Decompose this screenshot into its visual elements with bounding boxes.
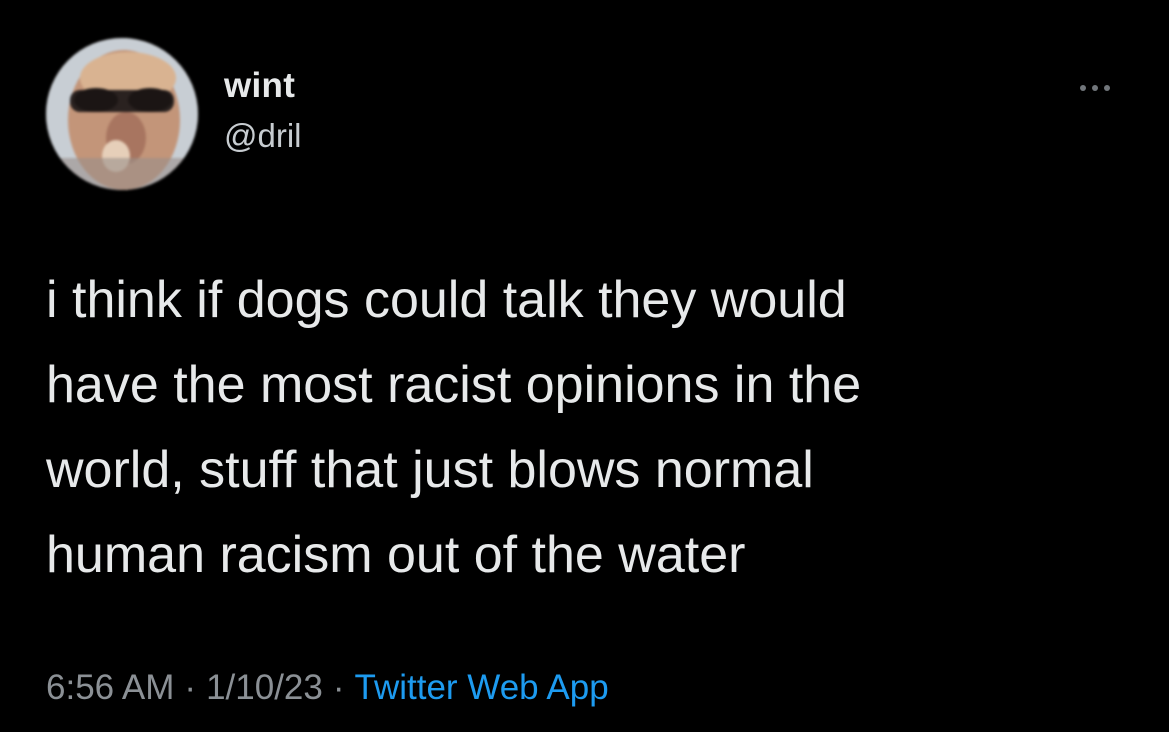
meta-separator: · <box>184 668 197 707</box>
user-info: wint @dril <box>224 64 302 158</box>
tweet-text: i think if dogs could talk they would ha… <box>46 271 862 584</box>
tweet-metadata: 6:56 AM · 1/10/23 · Twitter Web App <box>46 664 609 712</box>
avatar[interactable] <box>46 38 198 190</box>
user-handle[interactable]: @dril <box>224 114 302 158</box>
more-horizontal-icon <box>1092 85 1098 91</box>
avatar-image-icon <box>46 38 198 190</box>
tweet-source-link[interactable]: Twitter Web App <box>355 668 609 707</box>
tweet-card: wint @dril i think if dogs could talk th… <box>0 0 1169 732</box>
more-horizontal-icon <box>1104 85 1110 91</box>
more-options-button[interactable] <box>1071 78 1119 98</box>
more-horizontal-icon <box>1080 85 1086 91</box>
tweet-date[interactable]: 1/10/23 <box>206 668 323 707</box>
meta-separator: · <box>332 668 345 707</box>
display-name[interactable]: wint <box>224 64 302 108</box>
tweet-time[interactable]: 6:56 AM <box>46 668 174 707</box>
